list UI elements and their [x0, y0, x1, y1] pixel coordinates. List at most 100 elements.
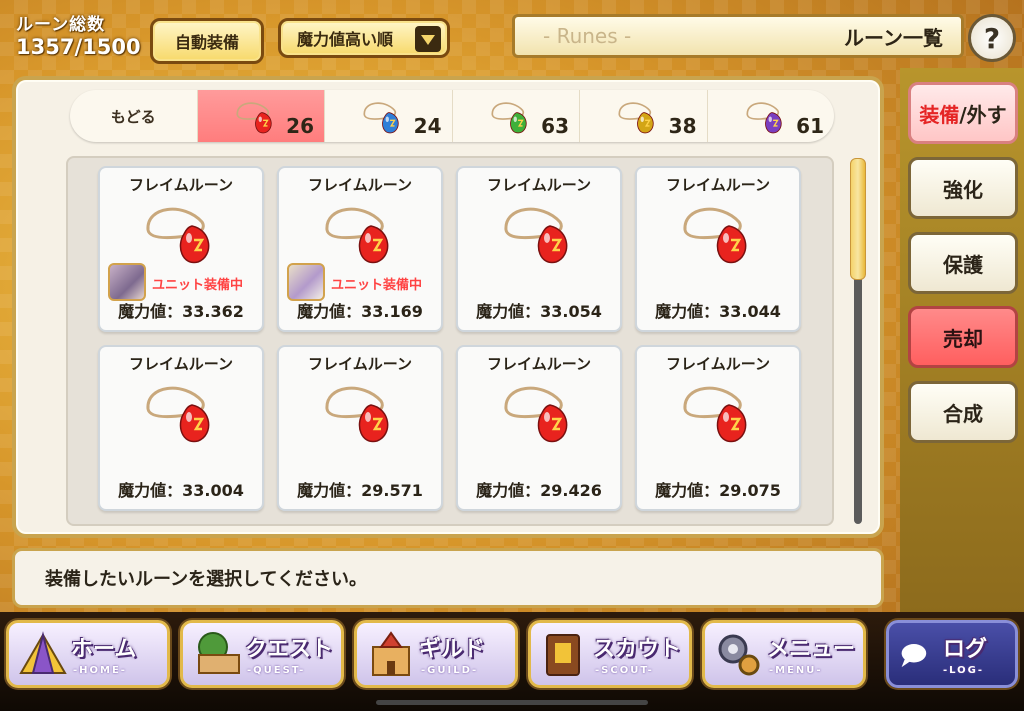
tab-count: 24 — [413, 114, 442, 138]
rune-list-panel: もどる 26 24 63 38 61 フレイムルーン ユニット装備中 魔力値：3… — [12, 76, 884, 538]
rune-card[interactable]: フレイムルーン 魔力値：33.054 — [456, 166, 622, 332]
rune-name: フレイムルーン — [666, 176, 770, 194]
rune-count-label: ルーン総数 — [16, 15, 106, 35]
avatar — [108, 263, 146, 301]
help-button[interactable]: ? — [968, 14, 1016, 62]
rune-filter-tabs: もどる 26 24 63 38 61 — [70, 90, 834, 142]
flame-rune-icon — [146, 386, 210, 443]
nav-label: スカウト — [593, 637, 682, 662]
tab-red-rune[interactable]: 26 — [196, 90, 324, 142]
nav-sublabel: -LOG- — [943, 665, 985, 676]
instruction-message: 装備したいルーンを選択してください。 — [12, 548, 884, 608]
rune-card[interactable]: フレイムルーン 魔力値：33.004 — [98, 345, 264, 511]
tab-count: 61 — [796, 114, 824, 138]
tab-purple-rune[interactable]: 61 — [706, 90, 835, 142]
protect-button[interactable]: 保護 — [908, 232, 1018, 294]
tab-green-rune[interactable]: 63 — [451, 90, 580, 142]
equipped-badge: ユニット装備中 — [331, 278, 423, 293]
flame-rune-icon — [683, 207, 747, 264]
nav-sublabel: -SCOUT- — [595, 665, 654, 676]
auto-equip-button[interactable]: 自動装備 — [150, 18, 264, 64]
rune-power: 魔力値：29.075 — [655, 481, 781, 500]
page-title-banner: - Runes - ルーン一覧 — [512, 14, 964, 58]
tab-count: 26 — [286, 114, 314, 138]
nav-label: クエスト — [245, 637, 334, 662]
book-icon — [546, 634, 580, 676]
rune-power: 魔力値：33.054 — [476, 302, 602, 321]
unequip-label: /外す — [959, 102, 1007, 127]
nav-guild-button[interactable]: ギルド -GUILD- — [354, 620, 518, 688]
rune-count-value: 1357/1500 — [16, 35, 141, 59]
page-title: ルーン一覧 — [844, 25, 943, 50]
rune-name: フレイムルーン — [666, 355, 770, 373]
nav-sublabel: -HOME- — [73, 665, 127, 676]
avatar — [287, 263, 325, 301]
flame-rune-icon — [504, 207, 568, 264]
nav-quest-button[interactable]: クエスト -QUEST- — [180, 620, 344, 688]
rune-name: フレイムルーン — [129, 176, 233, 194]
rune-card[interactable]: フレイムルーン 魔力値：33.044 — [635, 166, 801, 332]
purple-rune-icon — [746, 102, 782, 134]
rune-card[interactable]: フレイムルーン ユニット装備中 魔力値：33.362 — [98, 166, 264, 332]
flame-rune-icon — [683, 386, 747, 443]
enhance-button[interactable]: 強化 — [908, 157, 1018, 219]
flame-rune-icon — [325, 207, 389, 264]
sell-button[interactable]: 売却 — [908, 306, 1018, 368]
flame-rune-icon — [325, 386, 389, 443]
help-icon: ? — [983, 21, 1001, 55]
rune-card[interactable]: フレイムルーン 魔力値：29.426 — [456, 345, 622, 511]
rune-power: 魔力値：33.004 — [118, 481, 244, 500]
back-tab[interactable]: もどる — [70, 90, 197, 142]
yellow-rune-icon — [618, 102, 654, 134]
rune-count: ルーン総数 1357/1500 — [16, 10, 141, 59]
rune-name: フレイムルーン — [129, 355, 233, 373]
rune-power: 魔力値：29.571 — [297, 481, 423, 500]
scroll-thumb[interactable] — [850, 158, 866, 280]
scrollbar[interactable] — [850, 158, 866, 524]
chat-bubble-icon — [901, 644, 927, 668]
nav-menu-button[interactable]: メニュー -MENU- — [702, 620, 866, 688]
nav-sublabel: -QUEST- — [247, 665, 306, 676]
sort-label: 魔力値高い順 — [297, 30, 394, 49]
nav-label: ホーム — [71, 637, 137, 662]
rune-grid: フレイムルーン ユニット装備中 魔力値：33.362 フレイムルーン ユニット装… — [66, 156, 834, 526]
rune-name: フレイムルーン — [487, 355, 591, 373]
flame-rune-icon — [504, 386, 568, 443]
rune-card[interactable]: フレイムルーン ユニット装備中 魔力値：33.169 — [277, 166, 443, 332]
rune-name: フレイムルーン — [308, 176, 412, 194]
tab-count: 38 — [668, 114, 697, 138]
rune-name: フレイムルーン — [308, 355, 412, 373]
home-indicator — [376, 700, 648, 705]
page-subtitle: - Runes - — [543, 24, 632, 48]
tab-count: 63 — [541, 114, 569, 138]
rune-card[interactable]: フレイムルーン 魔力値：29.075 — [635, 345, 801, 511]
equip-unequip-button[interactable]: 装備/外す — [908, 82, 1018, 144]
green-rune-icon — [491, 102, 527, 134]
combine-button[interactable]: 合成 — [908, 381, 1018, 443]
gear-icon — [718, 634, 760, 676]
rune-power: 魔力値：29.426 — [476, 481, 602, 500]
flame-rune-icon — [146, 207, 210, 264]
chevron-down-icon — [415, 26, 441, 52]
nav-home-button[interactable]: ホーム -HOME- — [6, 620, 170, 688]
nav-label: ギルド — [419, 637, 486, 662]
rune-name: フレイムルーン — [487, 176, 591, 194]
red-rune-icon — [236, 102, 272, 134]
tab-blue-rune[interactable]: 24 — [324, 90, 452, 142]
nav-label: メニュー — [767, 637, 856, 662]
rune-power: 魔力値：33.044 — [655, 302, 781, 321]
nav-label: ログ — [943, 637, 988, 662]
nav-log-button[interactable]: ログ -LOG- — [886, 620, 1018, 688]
map-icon — [198, 632, 240, 674]
equip-label: 装備 — [919, 102, 960, 127]
sort-dropdown[interactable]: 魔力値高い順 — [278, 18, 450, 58]
tab-yellow-rune[interactable]: 38 — [579, 90, 707, 142]
castle-icon — [372, 631, 410, 676]
nav-sublabel: -GUILD- — [421, 665, 479, 676]
tent-icon — [19, 631, 67, 674]
rune-card[interactable]: フレイムルーン 魔力値：29.571 — [277, 345, 443, 511]
nav-scout-button[interactable]: スカウト -SCOUT- — [528, 620, 692, 688]
rune-power: 魔力値：33.169 — [297, 302, 423, 321]
equipped-badge: ユニット装備中 — [152, 278, 244, 293]
rune-power: 魔力値：33.362 — [118, 302, 244, 321]
